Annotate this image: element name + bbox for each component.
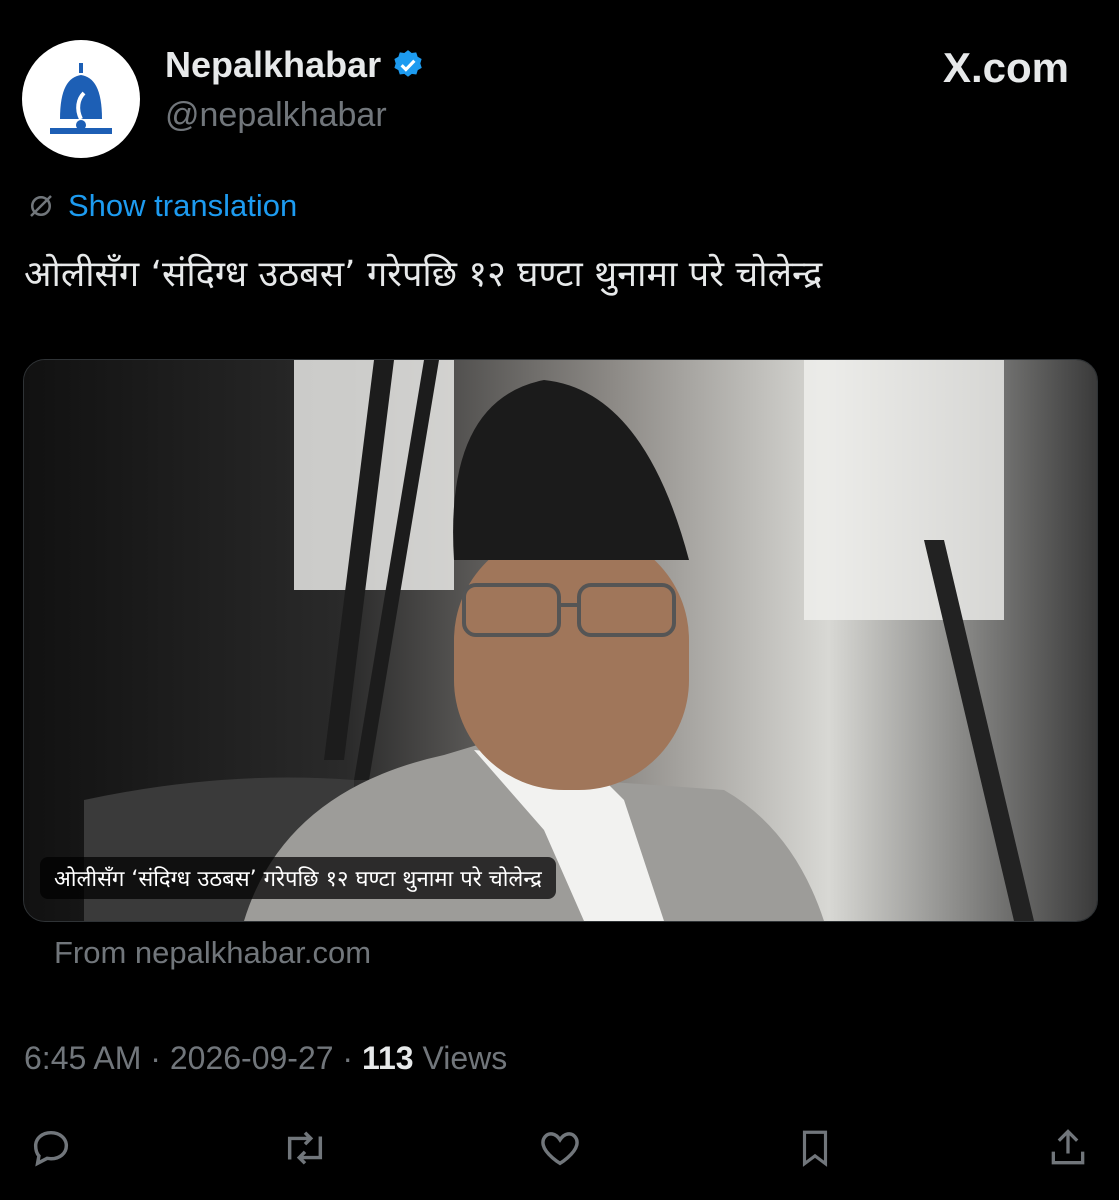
- link-card[interactable]: [23, 359, 1098, 922]
- tweet-meta: 6:45 AM · 2026-09-27 · 113 Views: [24, 1040, 507, 1077]
- share-icon: [1051, 1129, 1085, 1165]
- reply-icon: [33, 1130, 69, 1167]
- views-label: Views: [422, 1040, 508, 1076]
- share-button[interactable]: [1043, 1123, 1093, 1173]
- x-brand: X.com: [943, 44, 1069, 92]
- bookmark-button[interactable]: [790, 1123, 840, 1173]
- tweet-date[interactable]: 2026-09-27: [170, 1040, 334, 1076]
- repost-icon: [287, 1131, 323, 1165]
- show-translation-label[interactable]: Show translation: [68, 188, 297, 224]
- reply-button[interactable]: [26, 1123, 76, 1173]
- verified-badge-icon: [394, 50, 422, 77]
- like-icon: [541, 1132, 579, 1166]
- meta-separator: ·: [150, 1040, 161, 1076]
- meta-separator: ·: [342, 1040, 354, 1076]
- card-caption: ओलीसँग ‘संदिग्ध उठबस’ गरेपछि १२ घण्टा थु…: [40, 857, 556, 899]
- bell-logo-icon: [50, 63, 112, 134]
- account-handle[interactable]: @nepalkhabar: [165, 96, 387, 135]
- repost-button[interactable]: [280, 1123, 330, 1173]
- views-count: 113: [361, 1040, 414, 1076]
- globe-slash-icon: [30, 195, 52, 217]
- action-bar: [0, 1115, 1119, 1175]
- tweet-text: ओलीसँग ‘संदिग्ध उठबस’ गरेपछि १२ घण्टा थु…: [24, 254, 823, 295]
- news-photo: [24, 360, 1097, 921]
- account-name-row[interactable]: Nepalkhabar: [165, 44, 425, 86]
- x-brand-label: X.com: [942, 44, 1069, 91]
- tweet-time[interactable]: 6:45 AM: [24, 1040, 141, 1076]
- card-source[interactable]: From nepalkhabar.com: [54, 935, 371, 971]
- bookmark-icon: [802, 1130, 828, 1167]
- account-name[interactable]: Nepalkhabar: [165, 44, 381, 86]
- like-button[interactable]: [535, 1123, 585, 1173]
- avatar[interactable]: [22, 40, 140, 158]
- show-translation-button[interactable]: Show translation: [26, 188, 297, 224]
